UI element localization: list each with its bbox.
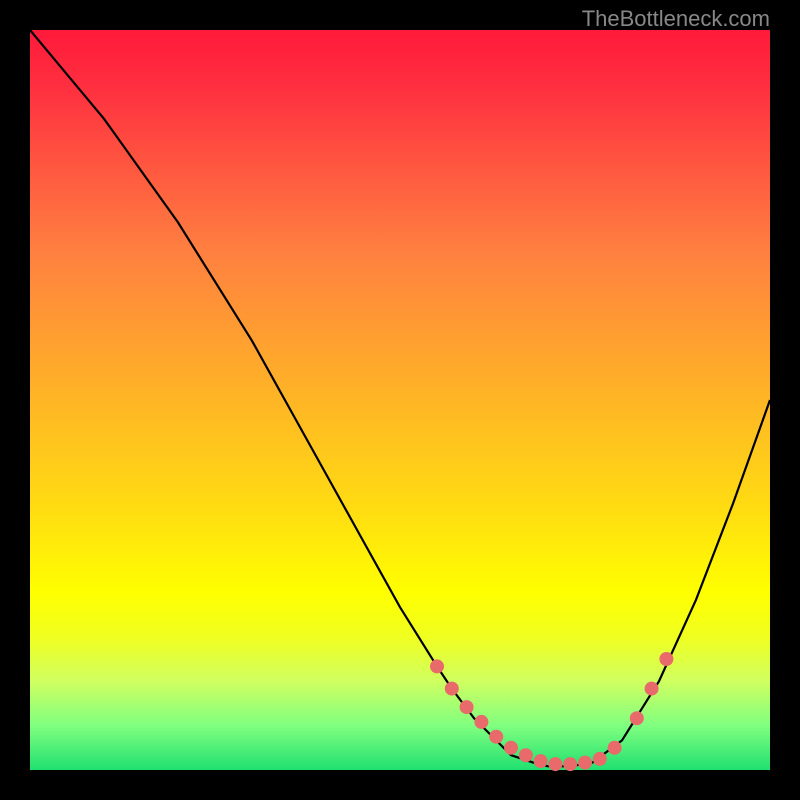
highlight-dot [563,757,577,771]
chart-svg [30,30,770,770]
highlight-dot [534,754,548,768]
highlight-dot [659,652,673,666]
highlight-dot [460,700,474,714]
bottleneck-curve [30,30,770,766]
highlight-dot [645,682,659,696]
plot-area [30,30,770,770]
watermark-text: TheBottleneck.com [582,6,770,32]
highlight-dot [519,748,533,762]
highlight-dots-group [430,652,673,771]
chart-container: TheBottleneck.com [0,0,800,800]
highlight-dot [630,711,644,725]
highlight-dot [474,715,488,729]
highlight-dot [608,741,622,755]
highlight-dot [593,752,607,766]
highlight-dot [504,741,518,755]
highlight-dot [445,682,459,696]
highlight-dot [548,757,562,771]
highlight-dot [578,756,592,770]
highlight-dot [430,659,444,673]
highlight-dot [489,730,503,744]
